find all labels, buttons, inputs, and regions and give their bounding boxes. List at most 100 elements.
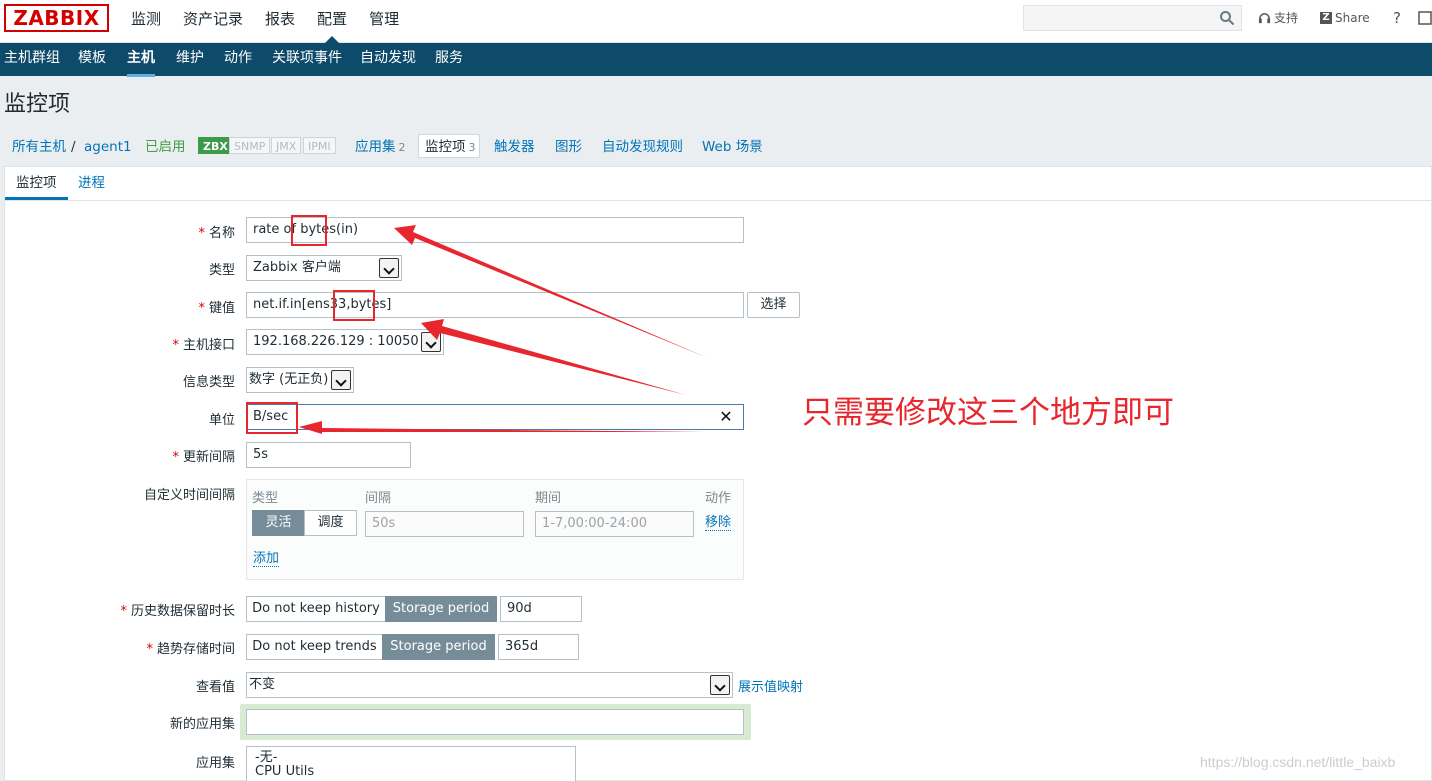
subnav-hosts[interactable]: 主机 <box>127 43 155 77</box>
custom-col-action: 动作 <box>705 491 732 506</box>
host-nav-items[interactable]: 监控项 3 <box>425 136 476 158</box>
type-label: 类型 <box>208 263 235 278</box>
topnav-monitoring[interactable]: 监测 <box>120 0 172 43</box>
tab-preprocessing[interactable]: 进程 <box>78 168 105 200</box>
help-icon[interactable]: ? <box>1393 0 1401 36</box>
tag-snmp: SNMP <box>229 137 271 154</box>
valuemap-label: 查看值 <box>195 680 235 695</box>
support-label: 支持 <box>1274 11 1299 25</box>
subnav-templates[interactable]: 模板 <box>78 43 106 74</box>
custom-period-input[interactable]: 1-7,00:00-24:00 <box>535 511 694 537</box>
support-link[interactable]: 支持 <box>1258 0 1298 36</box>
custom-col-period: 期间 <box>535 491 562 506</box>
interval-field[interactable]: 5s <box>246 442 411 468</box>
interval-label: * 更新间隔 <box>172 450 235 465</box>
topnav-administration[interactable]: 管理 <box>358 0 410 43</box>
search-input[interactable] <box>1023 5 1242 31</box>
list-item[interactable]: -无- <box>255 751 575 765</box>
topnav-configuration[interactable]: 配置 <box>306 0 358 43</box>
subnav-actions[interactable]: 动作 <box>224 43 252 74</box>
subnav-maintenance[interactable]: 维护 <box>176 43 204 74</box>
valuemap-select[interactable]: 不变 <box>246 672 733 698</box>
trends-label: * 趋势存储时间 <box>146 642 235 657</box>
interface-select[interactable]: 192.168.226.129 : 10050 <box>246 329 444 355</box>
clear-icon[interactable]: ✕ <box>716 406 736 428</box>
chevron-down-icon[interactable] <box>379 258 399 278</box>
tag-zbx: ZBX <box>198 137 233 154</box>
tab-divider <box>5 200 1431 201</box>
key-label: * 键值 <box>198 301 235 316</box>
applications-count: 2 <box>398 141 406 154</box>
topnav-inventory[interactable]: 资产记录 <box>172 0 254 43</box>
highlight-box-key <box>333 290 375 321</box>
host-nav-applications[interactable]: 应用集 2 <box>355 136 406 158</box>
list-item[interactable]: CPU Utils <box>255 765 575 779</box>
breadcrumb-all-hosts[interactable]: 所有主机 <box>12 136 66 158</box>
type-select[interactable]: Zabbix 客户端 <box>246 255 402 281</box>
watermark: https://blog.csdn.net/little_baixb <box>1200 754 1396 770</box>
host-nav-graphs[interactable]: 图形 <box>555 136 582 158</box>
type-select-value: Zabbix 客户端 <box>253 260 341 275</box>
sub-nav: 主机群组 模板 主机 维护 动作 关联项事件 自动发现 服务 <box>0 43 1432 77</box>
new-application-label: 新的应用集 <box>169 717 235 732</box>
interface-select-value: 192.168.226.129 : 10050 <box>253 334 419 349</box>
interface-label: * 主机接口 <box>172 338 235 353</box>
new-application-field[interactable] <box>246 709 744 735</box>
applications-label: 应用集 <box>355 139 396 155</box>
headset-icon <box>1258 12 1271 23</box>
custom-col-type: 类型 <box>252 491 279 506</box>
history-storage-option[interactable]: Storage period <box>385 596 497 622</box>
signout-icon[interactable] <box>1418 0 1432 36</box>
history-label: * 历史数据保留时长 <box>120 604 235 619</box>
key-field[interactable]: net.if.in[ens33,bytes] <box>246 292 744 318</box>
subnav-hostgroups[interactable]: 主机群组 <box>4 43 60 74</box>
share-link[interactable]: Z Share <box>1320 0 1370 36</box>
trends-field[interactable]: 365d <box>498 634 579 660</box>
show-valuemap-link[interactable]: 展示值映射 <box>738 676 803 695</box>
tag-jmx: JMX <box>271 137 302 154</box>
topnav-reports[interactable]: 报表 <box>254 0 306 43</box>
subnav-services[interactable]: 服务 <box>435 43 463 74</box>
key-select-button[interactable]: 选择 <box>747 292 800 318</box>
tag-ipmi: IPMI <box>303 137 336 154</box>
highlight-box-name <box>291 215 327 246</box>
custom-col-interval: 间隔 <box>365 491 392 506</box>
items-count: 3 <box>468 141 476 154</box>
unit-field[interactable]: B/sec <box>246 404 744 430</box>
top-nav: 监测 资产记录 报表 配置 管理 <box>120 0 410 43</box>
host-nav-web[interactable]: Web 场景 <box>702 136 763 158</box>
info-type-value: 数字 (无正负) <box>249 372 329 387</box>
custom-interval-label: 自定义时间间隔 <box>143 488 235 503</box>
custom-interval-input[interactable]: 50s <box>365 511 524 537</box>
page-title: 监控项 <box>4 92 71 117</box>
unit-label: 单位 <box>208 413 235 428</box>
subnav-discovery[interactable]: 自动发现 <box>360 43 416 74</box>
flexible-toggle[interactable]: 灵活 <box>252 510 305 536</box>
chevron-down-icon[interactable] <box>421 332 441 352</box>
valuemap-value: 不变 <box>249 677 276 692</box>
info-type-select[interactable]: 数字 (无正负) <box>246 367 354 393</box>
name-label: * 名称 <box>198 226 235 241</box>
breadcrumb-host[interactable]: agent1 <box>84 136 132 158</box>
items-label: 监控项 <box>425 139 466 155</box>
applications-listbox[interactable]: -无- CPU Utils <box>246 746 576 781</box>
trends-no-keep-option[interactable]: Do not keep trends <box>246 634 383 660</box>
zabbix-logo[interactable]: ZABBIX <box>4 4 109 32</box>
history-no-keep-option[interactable]: Do not keep history <box>246 596 386 622</box>
trends-storage-option[interactable]: Storage period <box>382 634 495 660</box>
add-link[interactable]: 添加 <box>253 551 280 567</box>
host-nav-discovery-rules[interactable]: 自动发现规则 <box>602 136 683 158</box>
history-field[interactable]: 90d <box>500 596 582 622</box>
breadcrumb-separator: / <box>71 139 76 155</box>
remove-link[interactable]: 移除 <box>705 515 732 531</box>
applications-label: 应用集 <box>195 756 235 771</box>
top-bar: ZABBIX 监测 资产记录 报表 配置 管理 支持 Z Share ? <box>0 0 1432 43</box>
tab-item[interactable]: 监控项 <box>5 168 68 200</box>
host-nav-triggers[interactable]: 触发器 <box>494 136 535 158</box>
host-status-enabled[interactable]: 已启用 <box>145 136 186 158</box>
scheduling-toggle[interactable]: 调度 <box>304 510 357 536</box>
subnav-correlation[interactable]: 关联项事件 <box>272 43 342 74</box>
chevron-down-icon[interactable] <box>331 370 351 390</box>
chevron-down-icon[interactable] <box>710 675 730 695</box>
search-icon[interactable] <box>1219 10 1235 26</box>
